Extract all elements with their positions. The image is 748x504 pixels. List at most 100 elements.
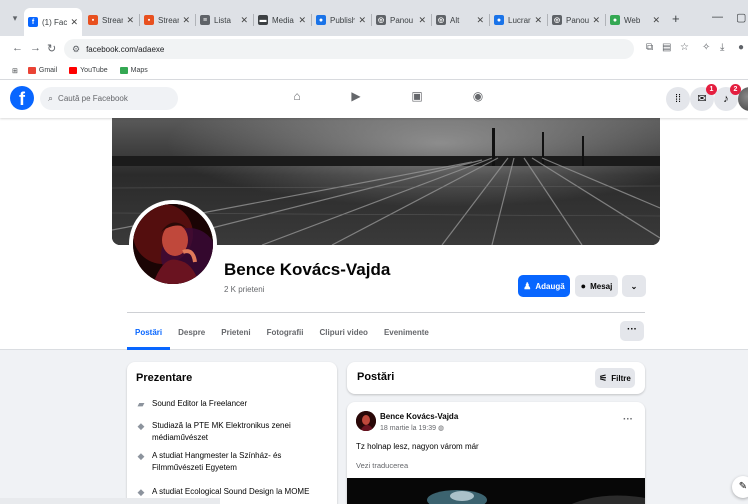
- browser-tab[interactable]: ● Lucrari ✕: [490, 10, 546, 30]
- post-date[interactable]: 18 martie la 19:39 ◍: [380, 424, 444, 432]
- site-info-icon[interactable]: ⚙: [72, 44, 80, 55]
- profile-friends-count[interactable]: 2 K prieteni: [224, 285, 264, 294]
- post-author-avatar[interactable]: [356, 411, 376, 431]
- post-more-options-icon[interactable]: ···: [623, 414, 633, 425]
- tab-title: Publish: [330, 15, 356, 25]
- tab-close-icon[interactable]: ✕: [126, 15, 134, 26]
- bookmark-favicon-icon: [69, 67, 78, 74]
- post-author-name[interactable]: Bence Kovács-Vajda: [380, 412, 458, 421]
- bookmark-item[interactable]: Maps: [119, 67, 148, 74]
- gaming-icon[interactable]: ◉: [468, 89, 488, 109]
- bookmark-label: YouTube: [80, 67, 108, 74]
- tab-close-icon[interactable]: ✕: [182, 15, 190, 26]
- browser-tab[interactable]: ● Publish ✕: [312, 10, 370, 30]
- back-arrow-icon[interactable]: ←: [12, 42, 23, 54]
- tab-title: Media: [272, 15, 294, 25]
- profile-tabs-more-button[interactable]: ···: [620, 321, 644, 341]
- apps-grid-icon[interactable]: ⊞: [12, 67, 18, 75]
- notifications-bell-icon[interactable]: ♪ 2: [714, 84, 741, 111]
- tab-close-icon[interactable]: ✕: [358, 15, 366, 26]
- profile-tab[interactable]: Evenimente: [376, 314, 437, 350]
- reload-icon[interactable]: ↻: [47, 42, 56, 55]
- tab-separator: [547, 14, 548, 26]
- tab-close-icon[interactable]: ✕: [240, 15, 248, 26]
- bookmark-favicon-icon: [27, 67, 36, 74]
- see-translation-link[interactable]: Vezi traducerea: [356, 461, 408, 470]
- tab-favicon-icon: ◎: [376, 15, 386, 25]
- profile-tab[interactable]: Fotografii: [259, 314, 312, 350]
- video-icon[interactable]: ▶: [346, 89, 366, 109]
- bookmark-item[interactable]: YouTube: [69, 67, 108, 74]
- intro-item-text[interactable]: Sound Editor la Freelancer: [152, 398, 247, 410]
- bookmark-label: Maps: [130, 67, 148, 74]
- bookmarks-bar: ⊞ Gmail YouTube Maps: [0, 62, 748, 80]
- browser-tab[interactable]: ◎ Panou ✕: [372, 10, 430, 30]
- install-app-icon[interactable]: ⧉: [646, 42, 653, 53]
- profile-tab[interactable]: Clipuri video: [311, 314, 375, 350]
- new-message-compose-icon[interactable]: ✎: [732, 476, 748, 498]
- tab-favicon-icon: f: [28, 17, 38, 27]
- browser-tab[interactable]: ● Web ✕: [606, 10, 664, 30]
- minimize-icon[interactable]: —: [712, 11, 723, 23]
- maximize-icon[interactable]: ▢: [736, 11, 746, 24]
- browser-tab[interactable]: f (1) Facebook✕: [24, 8, 82, 36]
- tab-title: Lucrari: [508, 15, 532, 25]
- profile-tab[interactable]: Prieteni: [213, 314, 258, 350]
- intro-item-text[interactable]: A studiat Hangmester la Színház- és Film…: [152, 450, 331, 474]
- tab-close-icon[interactable]: ✕: [592, 15, 600, 26]
- extensions-icon[interactable]: ✧: [702, 42, 710, 53]
- chevron-down-icon: ⌄: [630, 281, 638, 291]
- tab-close-icon[interactable]: ✕: [70, 17, 78, 28]
- reader-icon[interactable]: ▤: [662, 42, 671, 53]
- tab-close-icon[interactable]: ✕: [298, 15, 306, 26]
- profile-tab[interactable]: Despre: [170, 314, 213, 350]
- graduation-cap-icon: ◆: [137, 421, 145, 431]
- tab-title: Lista: [214, 15, 231, 25]
- tab-separator: [311, 14, 312, 26]
- tab-search-icon[interactable]: ▾: [8, 13, 22, 25]
- message-button[interactable]: ● Mesaj: [575, 275, 618, 297]
- tab-favicon-icon: ●: [316, 15, 326, 25]
- tab-title: Web: [624, 15, 641, 25]
- browser-tab[interactable]: ▬ Media ✕: [254, 10, 310, 30]
- profile-header: Bence Kovács-Vajda 2 K prieteni ♟ Adaugă…: [0, 118, 748, 350]
- forward-arrow-icon[interactable]: →: [30, 42, 41, 54]
- address-bar[interactable]: ⚙ facebook.com/adaexe: [64, 39, 634, 59]
- tab-separator: [139, 14, 140, 26]
- messenger-bubble-icon: ●: [580, 281, 587, 291]
- new-tab-button[interactable]: +: [672, 11, 680, 26]
- browser-tab[interactable]: ≡ Lista ✕: [196, 10, 252, 30]
- post-image[interactable]: [347, 478, 645, 504]
- marketplace-icon[interactable]: ▣: [407, 89, 427, 109]
- home-icon[interactable]: ⌂: [287, 89, 307, 109]
- intro-title: Prezentare: [136, 372, 193, 384]
- browser-tab[interactable]: ▪ Stream✕: [140, 10, 194, 30]
- filter-button[interactable]: ⚟ Filtre: [595, 368, 635, 388]
- tab-close-icon[interactable]: ✕: [476, 15, 484, 26]
- browser-tab[interactable]: ◎ Alt ✕: [432, 10, 488, 30]
- browser-tab[interactable]: ▪ Stream✕: [84, 10, 138, 30]
- facebook-search-input[interactable]: ⌕ Caută pe Facebook: [40, 87, 178, 110]
- profile-icon[interactable]: ●: [738, 42, 744, 53]
- bookmark-item[interactable]: Gmail: [27, 67, 57, 74]
- facebook-logo-icon[interactable]: f: [10, 86, 34, 110]
- profile-picture[interactable]: [129, 200, 217, 288]
- tab-favicon-icon: ●: [494, 15, 504, 25]
- tab-close-icon[interactable]: ✕: [534, 15, 542, 26]
- post-avatar-image: [356, 411, 376, 431]
- facebook-top-bar: f ⌕ Caută pe Facebook ⌂ ▶ ▣ ◉ ⁞⁞ ✉ 1 ♪ 2: [0, 80, 748, 118]
- profile-tab[interactable]: Postări: [127, 314, 171, 350]
- menu-grid-icon[interactable]: ⁞⁞: [666, 87, 690, 111]
- messenger-icon[interactable]: ✉ 1: [690, 84, 717, 111]
- tab-close-icon[interactable]: ✕: [652, 15, 660, 26]
- browser-tab[interactable]: ◎ Panou ✕: [548, 10, 604, 30]
- post-text: Tz holnap lesz, nagyon várom már: [356, 442, 479, 451]
- add-friend-button[interactable]: ♟ Adaugă: [518, 275, 570, 297]
- intro-item-text[interactable]: Studiază la PTE MK Elektronikus zenei mé…: [152, 420, 331, 444]
- bookmark-star-icon[interactable]: ☆: [680, 42, 689, 53]
- profile-portrait-image: [133, 204, 213, 284]
- browser-tab-strip: ▾ f(1) Facebook✕▪Stream✕▪Stream✕≡Lista✕▬…: [0, 0, 748, 36]
- tab-close-icon[interactable]: ✕: [418, 15, 426, 26]
- more-options-dropdown[interactable]: ⌄: [622, 275, 646, 297]
- download-icon[interactable]: ⤓: [720, 42, 724, 53]
